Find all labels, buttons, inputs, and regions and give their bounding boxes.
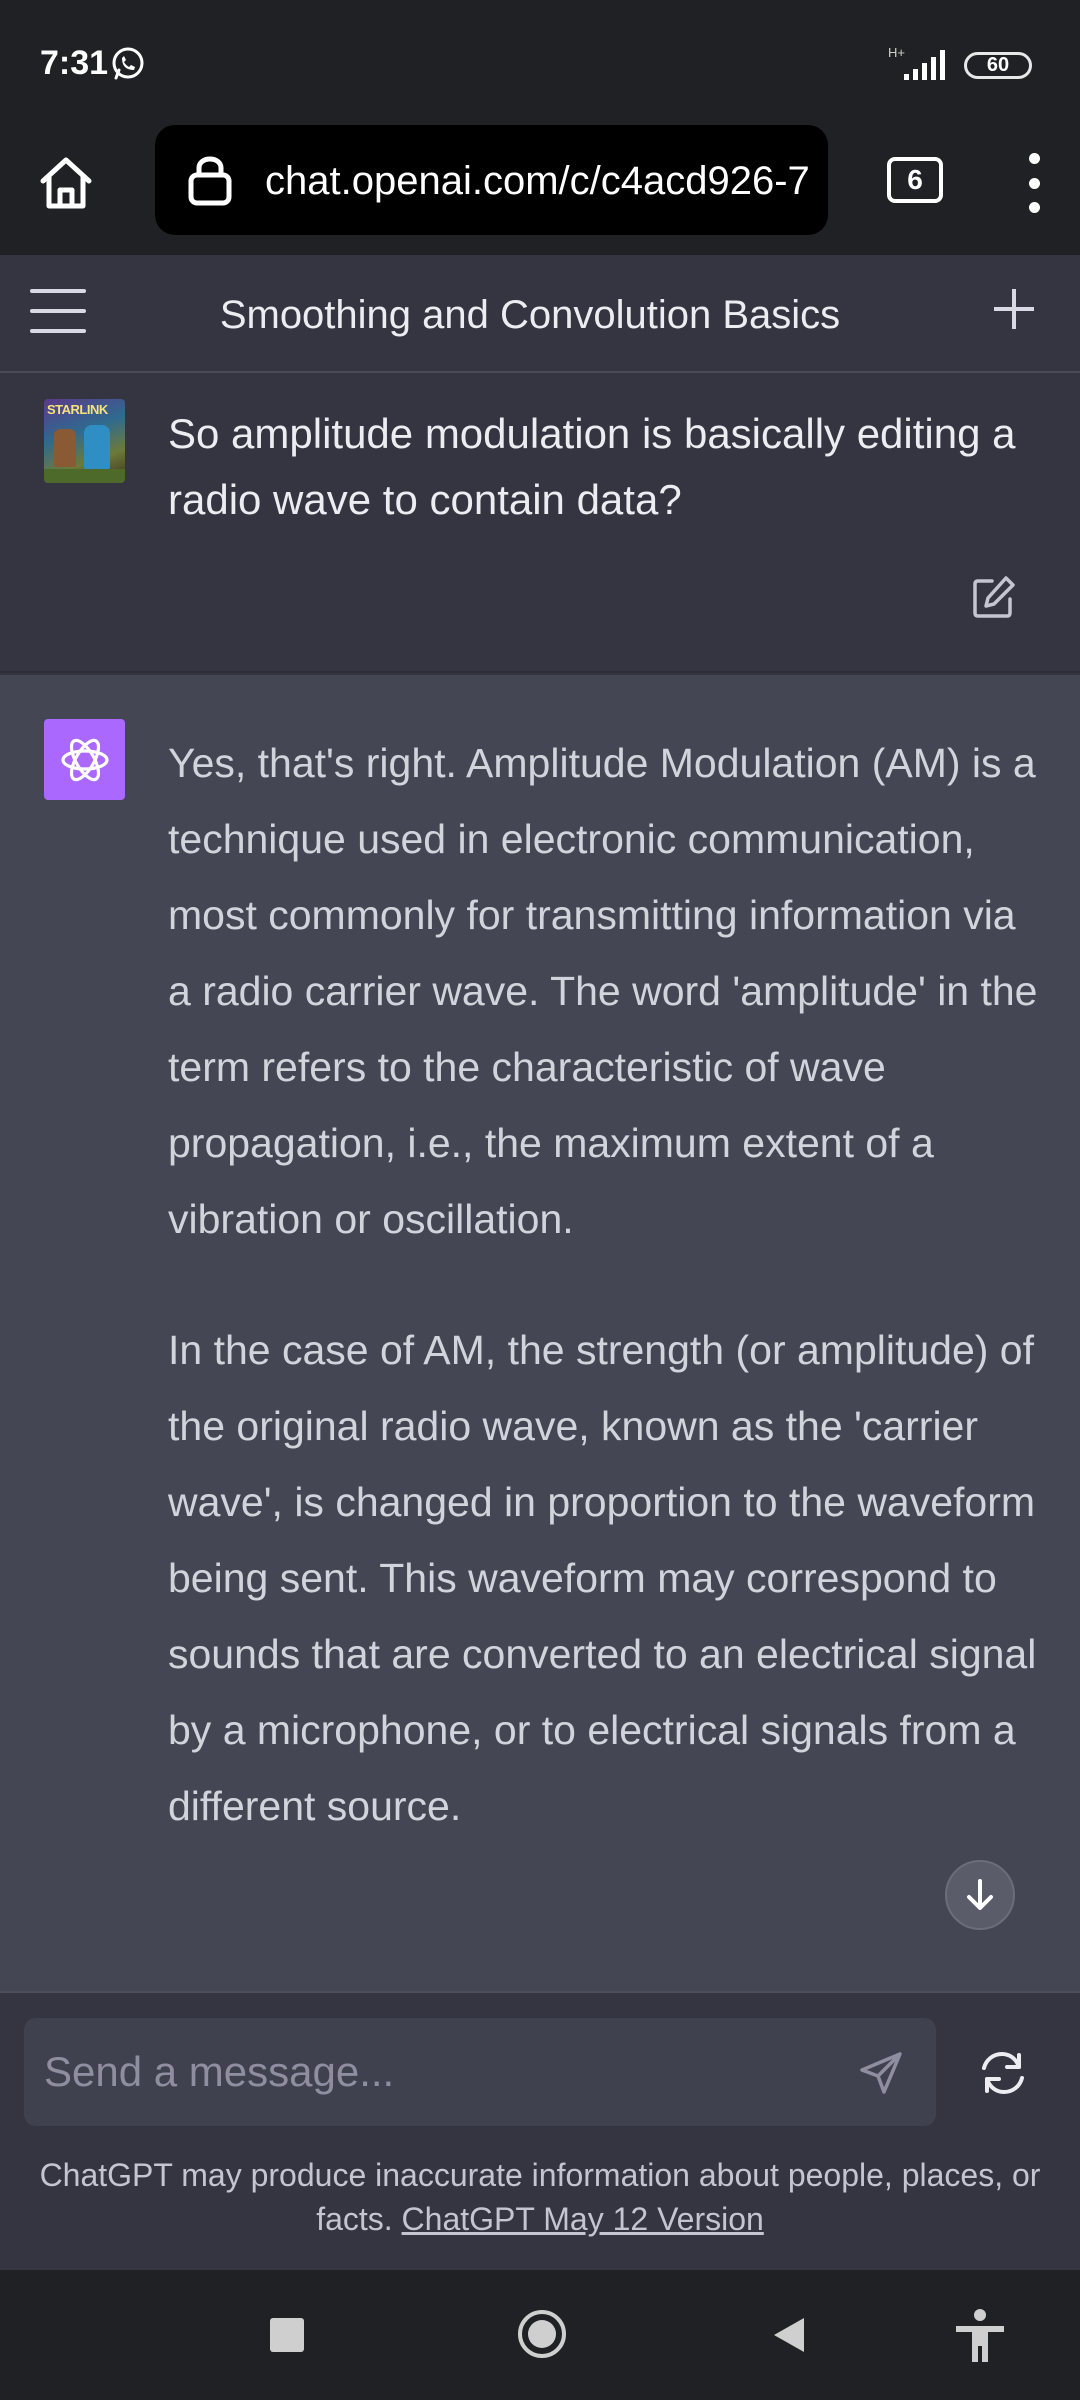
address-bar[interactable]: chat.openai.com/c/c4acd926-7: [155, 125, 828, 235]
message-input-container[interactable]: [24, 2018, 936, 2126]
send-icon[interactable]: [856, 2048, 906, 2098]
version-link[interactable]: ChatGPT May 12 Version: [402, 2201, 764, 2237]
whatsapp-icon: [112, 47, 144, 80]
nav-home-icon[interactable]: [516, 2308, 568, 2360]
user-message: STARLINK So amplitude modulation is basi…: [0, 373, 1080, 673]
message-input[interactable]: [44, 2040, 844, 2104]
assistant-message-text: Yes, that's right. Amplitude Modulation …: [168, 725, 1048, 1899]
chat-title: Smoothing and Convolution Basics: [219, 293, 841, 337]
composer: ChatGPT may produce inaccurate informati…: [0, 1991, 1080, 2270]
assistant-paragraph: In the case of AM, the strength (or ampl…: [168, 1327, 1037, 1829]
home-button[interactable]: [30, 147, 102, 219]
browser-toolbar: chat.openai.com/c/c4acd926-7 6: [0, 125, 1080, 255]
more-vert-icon[interactable]: [1010, 153, 1058, 213]
signal-icon: [904, 50, 945, 80]
edit-icon[interactable]: [970, 573, 1018, 621]
scroll-to-bottom-button[interactable]: [945, 1860, 1015, 1930]
new-chat-icon[interactable]: [990, 285, 1038, 333]
url-text[interactable]: chat.openai.com/c/c4acd926-7: [265, 159, 810, 204]
lock-icon[interactable]: [183, 153, 237, 207]
chat-header: Smoothing and Convolution Basics: [0, 255, 1080, 373]
user-message-text: So amplitude modulation is basically edi…: [168, 410, 1016, 523]
disclaimer: ChatGPT may produce inaccurate informati…: [0, 2153, 1080, 2241]
accessibility-icon[interactable]: [950, 2306, 1010, 2366]
chatgpt-logo-icon: [44, 719, 125, 800]
system-nav-bar: [0, 2270, 1080, 2400]
arrow-down-icon: [967, 1879, 993, 1910]
status-time: 7:31: [40, 44, 109, 82]
user-avatar: STARLINK: [44, 399, 125, 483]
assistant-paragraph: Yes, that's right. Amplitude Modulation …: [168, 740, 1038, 1242]
tabs-button[interactable]: 6: [887, 157, 943, 203]
assistant-message: Yes, that's right. Amplitude Modulation …: [0, 675, 1080, 1991]
regenerate-icon[interactable]: [975, 2045, 1031, 2101]
battery-indicator: 60: [964, 52, 1032, 79]
back-icon[interactable]: [768, 2314, 810, 2356]
status-bar: 7:31 H+ 60: [0, 0, 1080, 125]
home-icon: [40, 157, 92, 209]
recents-icon[interactable]: [270, 2318, 304, 2352]
battery-level: 60: [986, 54, 1010, 76]
menu-icon[interactable]: [30, 289, 86, 333]
